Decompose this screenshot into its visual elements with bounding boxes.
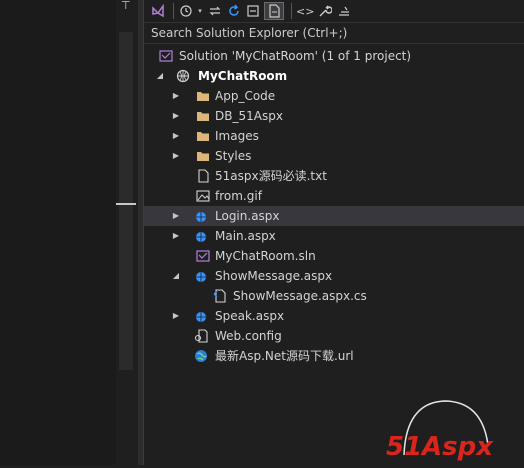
tree-row-solution[interactable]: Solution 'MyChatRoom' (1 of 1 project): [144, 46, 524, 66]
svg-text:51: 51: [386, 432, 422, 462]
sync-arrows-icon[interactable]: [207, 2, 223, 20]
editor-area: [0, 0, 116, 465]
item-label: Images: [215, 129, 259, 143]
web-page-icon: [194, 269, 208, 283]
collapsed-arrow-icon[interactable]: ▶: [171, 306, 181, 326]
item-label: Web.config: [215, 329, 282, 343]
svg-text:Aspx: Aspx: [420, 432, 494, 462]
folder-icon: [196, 89, 210, 103]
tree-row-readme-txt[interactable]: 51aspx源码必读.txt: [144, 166, 524, 186]
collapsed-arrow-icon[interactable]: ▶: [171, 106, 181, 126]
scrollbar-marker: [116, 203, 136, 205]
tree-row-from-gif[interactable]: from.gif: [144, 186, 524, 206]
item-label: ShowMessage.aspx: [215, 269, 333, 283]
image-file-icon: [196, 189, 210, 203]
web-page-icon: [194, 229, 208, 243]
item-label: DB_51Aspx: [215, 109, 283, 123]
solution-tree: Solution 'MyChatRoom' (1 of 1 project) ◢…: [144, 46, 524, 366]
text-file-icon: [196, 169, 210, 183]
tree-row-login-aspx[interactable]: ▶ Login.aspx: [144, 206, 524, 226]
item-label: from.gif: [215, 189, 262, 203]
collapsed-arrow-icon[interactable]: ▶: [171, 206, 181, 226]
tree-row-project[interactable]: ◢ MyChatRoom: [144, 66, 524, 86]
tree-row-styles[interactable]: ▶ Styles: [144, 146, 524, 166]
tree-row-app-code[interactable]: ▶ App_Code: [144, 86, 524, 106]
collapsed-arrow-icon[interactable]: ▶: [171, 126, 181, 146]
vertical-scrollbar[interactable]: ⊤: [116, 0, 136, 465]
collapse-icon[interactable]: [245, 2, 261, 20]
project-label: MyChatRoom: [198, 69, 288, 83]
internet-shortcut-icon: [194, 349, 208, 363]
folder-icon: [196, 109, 210, 123]
item-label: ShowMessage.aspx.cs: [233, 289, 367, 303]
wrench-icon[interactable]: [317, 2, 333, 20]
tree-row-speak-aspx[interactable]: ▶ Speak.aspx: [144, 306, 524, 326]
solution-label: Solution 'MyChatRoom' (1 of 1 project): [179, 49, 412, 63]
item-label: App_Code: [215, 89, 276, 103]
tree-row-main-aspx[interactable]: ▶ Main.aspx: [144, 226, 524, 246]
web-page-icon: [194, 309, 208, 323]
pin-icon[interactable]: ⊤: [121, 0, 133, 12]
folder-icon: [196, 149, 210, 163]
tree-row-images[interactable]: ▶ Images: [144, 126, 524, 146]
item-label: Styles: [215, 149, 252, 163]
tree-row-web-config[interactable]: Web.config: [144, 326, 524, 346]
folder-icon: [196, 129, 210, 143]
item-label: Speak.aspx: [215, 309, 285, 323]
web-page-icon: [194, 209, 208, 223]
code-icon[interactable]: <>: [296, 2, 314, 20]
item-label: Login.aspx: [215, 209, 280, 223]
globe-project-icon: [176, 69, 190, 83]
toolbar-separator: [173, 3, 174, 19]
solution-file-icon: [196, 249, 210, 263]
51aspx-watermark-logo: 51 Aspx: [384, 395, 524, 465]
tree-row-sln[interactable]: MyChatRoom.sln: [144, 246, 524, 266]
item-label: 51aspx源码必读.txt: [215, 169, 327, 183]
scrollbar-track[interactable]: [119, 32, 133, 370]
vs-icon[interactable]: [150, 2, 166, 20]
solution-icon: [159, 49, 173, 63]
tree-row-showmessage-cs[interactable]: ShowMessage.aspx.cs: [144, 286, 524, 306]
show-all-files-icon[interactable]: [264, 2, 284, 20]
collapsed-arrow-icon[interactable]: ▶: [171, 146, 181, 166]
refresh-icon[interactable]: [226, 2, 242, 20]
solution-explorer-toolbar: ▾ <>: [144, 0, 524, 22]
expanded-arrow-icon[interactable]: ◢: [155, 66, 165, 86]
config-file-icon: [194, 329, 208, 343]
solution-explorer-panel: ▾ <> Search Solution Explorer (Ctrl+;) S…: [144, 0, 524, 465]
tree-row-url[interactable]: 最新Asp.Net源码下载.url: [144, 346, 524, 366]
chevron-down-icon[interactable]: ▾: [197, 2, 203, 20]
item-label: 最新Asp.Net源码下载.url: [215, 349, 354, 363]
expanded-arrow-icon[interactable]: ◢: [171, 266, 181, 286]
tree-row-showmessage-aspx[interactable]: ◢ ShowMessage.aspx: [144, 266, 524, 286]
search-input[interactable]: Search Solution Explorer (Ctrl+;): [144, 22, 524, 44]
collapsed-arrow-icon[interactable]: ▶: [171, 226, 181, 246]
tree-row-db-51aspx[interactable]: ▶ DB_51Aspx: [144, 106, 524, 126]
code-file-icon: [213, 289, 227, 303]
item-label: Main.aspx: [215, 229, 276, 243]
history-icon[interactable]: [178, 2, 194, 20]
collapsed-arrow-icon[interactable]: ▶: [171, 86, 181, 106]
properties-icon[interactable]: [336, 2, 352, 20]
item-label: MyChatRoom.sln: [215, 249, 316, 263]
toolbar-separator: [291, 3, 292, 19]
